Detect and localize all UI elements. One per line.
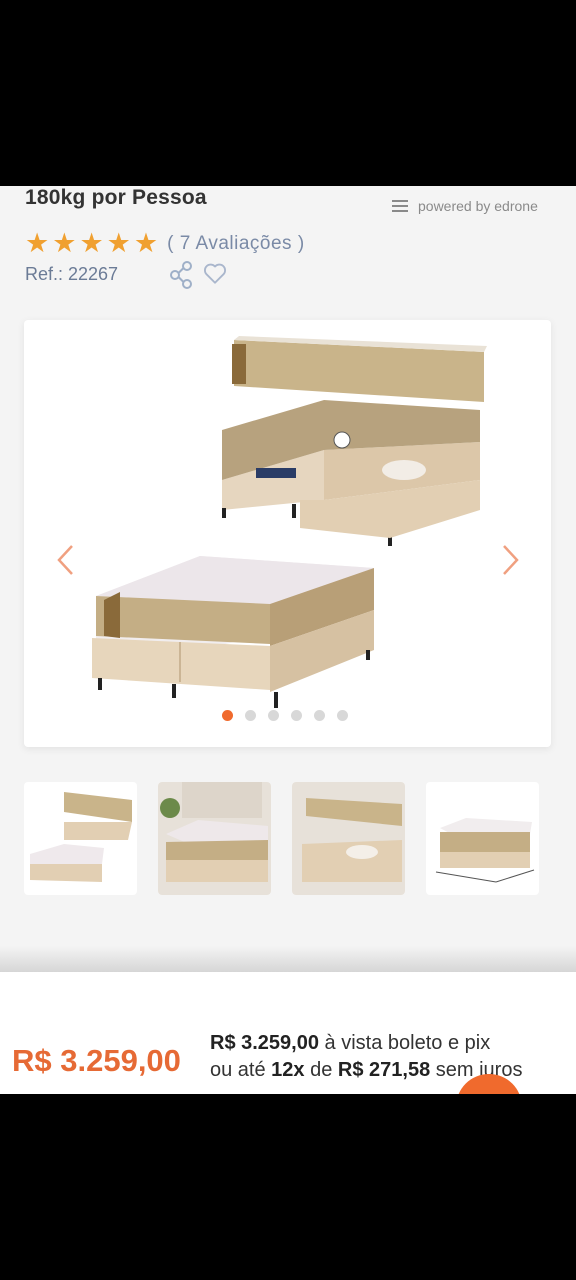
star-icon: ★ (79, 228, 104, 258)
thumbnail-2[interactable] (158, 782, 271, 895)
carousel-dot[interactable] (291, 710, 302, 721)
carousel-indicators (222, 710, 348, 721)
product-main-image (92, 336, 487, 708)
cash-price-line: R$ 3.259,00 à vista boleto e pix (210, 1032, 490, 1055)
heart-icon[interactable] (202, 260, 228, 286)
cash-price-suffix: à vista boleto e pix (318, 1032, 491, 1054)
star-icon: ★ (25, 228, 50, 258)
carousel-dot[interactable] (337, 710, 348, 721)
navigation-bar-area (0, 1094, 576, 1280)
installment-mid: de (304, 1059, 338, 1081)
edrone-widget[interactable]: powered by edrone (392, 198, 538, 214)
carousel-dot[interactable] (268, 710, 279, 721)
powered-by-label: powered by edrone (418, 198, 538, 214)
star-rating: ★ ★ ★ ★ ★ (25, 230, 158, 257)
installment-prefix: ou até (210, 1059, 272, 1081)
section-divider (0, 946, 576, 972)
product-title: 180kg por Pessoa (25, 186, 207, 209)
share-icon[interactable] (168, 260, 196, 290)
product-ref: Ref.: 22267 (25, 264, 119, 284)
installment-value: R$ 271,58 (337, 1059, 431, 1081)
rating-row[interactable]: ★ ★ ★ ★ ★ ( 7 Avaliações ) (25, 230, 305, 257)
main-price: R$ 3.259,00 (12, 1043, 181, 1078)
thumbnail-1[interactable] (24, 782, 137, 895)
price-bar: R$ 3.259,00 R$ 3.259,00 à vista boleto e… (0, 972, 576, 1094)
reviews-link[interactable]: ( 7 Avaliações ) (167, 233, 305, 255)
thumbnail-4[interactable] (426, 782, 539, 895)
menu-icon (392, 200, 408, 212)
thumbnail-strip (24, 782, 552, 896)
product-page: 180kg por Pessoa powered by edrone ★ ★ ★… (0, 186, 576, 972)
carousel-dot[interactable] (314, 710, 325, 721)
status-bar-area (0, 0, 576, 186)
cash-price-value: R$ 3.259,00 (210, 1032, 319, 1054)
carousel-dot[interactable] (245, 710, 256, 721)
star-icon: ★ (52, 228, 77, 258)
carousel-dot[interactable] (222, 710, 233, 721)
thumbnail-3[interactable] (292, 782, 405, 895)
chevron-right-icon[interactable] (502, 544, 520, 576)
star-icon: ★ (133, 228, 159, 258)
star-icon: ★ (106, 228, 131, 258)
chevron-left-icon[interactable] (56, 544, 74, 576)
installment-count: 12x (271, 1059, 305, 1081)
product-image-carousel[interactable] (24, 320, 551, 747)
